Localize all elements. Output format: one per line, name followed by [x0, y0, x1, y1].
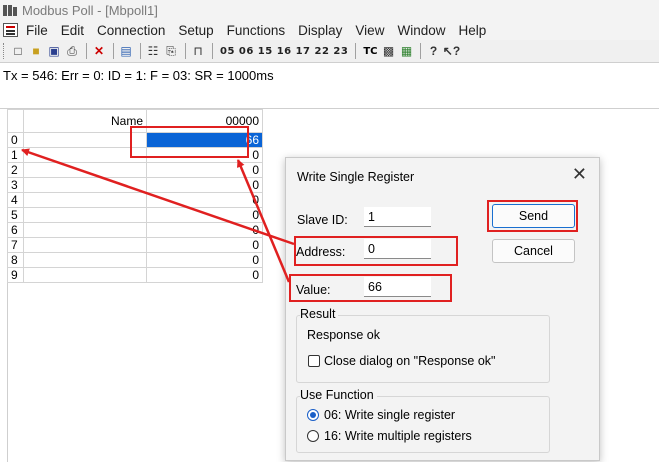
menu-setup[interactable]: Setup — [178, 23, 213, 38]
name-cell[interactable] — [23, 252, 147, 268]
menu-connection[interactable]: Connection — [97, 23, 165, 38]
row-index: 6 — [7, 222, 24, 238]
dialog-title: Write Single Register — [297, 170, 415, 184]
row-index: 5 — [7, 207, 24, 223]
menu-help[interactable]: Help — [458, 23, 486, 38]
window-title: Modbus Poll - [Mbpoll1] — [22, 2, 158, 18]
menu-edit[interactable]: Edit — [61, 23, 84, 38]
table-row[interactable]: 6 0 — [7, 222, 263, 238]
name-cell[interactable] — [23, 222, 147, 238]
menu-functions[interactable]: Functions — [227, 23, 286, 38]
result-text: Response ok — [307, 328, 380, 342]
fn16-radio[interactable] — [307, 430, 319, 442]
value-cell[interactable]: 0 — [146, 267, 263, 283]
status-area: Tx = 546: Err = 0: ID = 1: F = 03: SR = … — [0, 62, 659, 109]
toolbar-separator — [420, 43, 422, 59]
disconnect-icon[interactable]: ✕ — [91, 43, 107, 59]
close-on-ok-checkbox[interactable] — [308, 355, 320, 367]
value-cell[interactable]: 0 — [146, 207, 263, 223]
result-group — [296, 315, 550, 383]
value-cell[interactable]: 0 — [146, 237, 263, 253]
close-on-ok-label[interactable]: Close dialog on "Response ok" — [324, 354, 495, 368]
table-row[interactable]: 2 0 — [7, 162, 263, 178]
value-cell[interactable]: 0 — [146, 162, 263, 178]
row-index: 8 — [7, 252, 24, 268]
title-bar: Modbus Poll - [Mbpoll1] — [0, 0, 659, 20]
table-row[interactable]: 9 0 — [7, 267, 263, 283]
window-icon[interactable]: ▤ — [118, 43, 134, 59]
name-cell[interactable] — [23, 237, 147, 253]
annotation-box-address — [294, 236, 458, 266]
tc-button[interactable]: TC — [363, 46, 377, 57]
save-icon[interactable]: ▣ — [46, 43, 62, 59]
name-cell[interactable] — [23, 162, 147, 178]
row-index: 0 — [7, 132, 24, 148]
row-index: 9 — [7, 267, 24, 283]
toolbar-separator — [140, 43, 141, 59]
result-group-title: Result — [300, 307, 339, 321]
row-index: 7 — [7, 237, 24, 253]
fn16-label[interactable]: 16: Write multiple registers — [324, 429, 472, 443]
table-row[interactable]: 3 0 — [7, 177, 263, 193]
toolbar-grip[interactable] — [3, 43, 6, 59]
toolbar: □ ■ ▣ ⎙ ✕ ▤ ☷ ⎘ ⊓ 05 06 15 16 17 22 23 T… — [0, 40, 659, 62]
value-cell[interactable]: 0 — [146, 192, 263, 208]
row-index: 4 — [7, 192, 24, 208]
annotation-box-send — [487, 200, 578, 232]
table-row[interactable]: 8 0 — [7, 252, 263, 268]
close-icon[interactable]: ✕ — [572, 164, 587, 185]
toolbar-separator — [185, 43, 186, 59]
menu-bar: File Edit Connection Setup Functions Dis… — [0, 20, 659, 40]
pulse-icon[interactable]: ⊓ — [190, 43, 206, 59]
status-text: Tx = 546: Err = 0: ID = 1: F = 03: SR = … — [3, 68, 274, 83]
slave-id-label: Slave ID: — [297, 213, 348, 227]
menu-display[interactable]: Display — [298, 23, 342, 38]
use-function-title: Use Function — [300, 388, 377, 402]
grid-corner — [7, 109, 24, 133]
toolbar-separator — [113, 43, 114, 59]
name-cell[interactable] — [23, 207, 147, 223]
menu-file[interactable]: File — [26, 23, 48, 38]
name-cell[interactable] — [23, 192, 147, 208]
modbus-poll-icon — [3, 4, 17, 17]
value-cell[interactable]: 0 — [146, 252, 263, 268]
fn06-label[interactable]: 06: Write single register — [324, 408, 455, 422]
slave-id-input[interactable] — [364, 207, 431, 227]
chart-icon[interactable]: ▩ — [380, 43, 396, 59]
name-cell[interactable] — [23, 132, 147, 148]
print-icon[interactable]: ⎙ — [64, 43, 80, 59]
name-column-header[interactable]: Name — [23, 109, 147, 133]
open-folder-icon[interactable]: ■ — [28, 43, 44, 59]
display-icon[interactable]: ▦ — [398, 43, 414, 59]
help-icon[interactable]: ? — [425, 43, 441, 59]
value-cell[interactable]: 0 — [146, 177, 263, 193]
name-cell[interactable] — [23, 147, 147, 163]
read-write-icon[interactable]: ☷ — [145, 43, 161, 59]
annotation-box-value — [289, 274, 452, 302]
fn06-radio[interactable] — [307, 409, 319, 421]
row-index: 3 — [7, 177, 24, 193]
toolbar-separator — [355, 43, 357, 59]
name-cell[interactable] — [23, 267, 147, 283]
toolbar-separator — [86, 43, 87, 59]
name-cell[interactable] — [23, 177, 147, 193]
table-row[interactable]: 7 0 — [7, 237, 263, 253]
table-row[interactable]: 4 0 — [7, 192, 263, 208]
value-cell[interactable]: 0 — [146, 222, 263, 238]
row-index: 1 — [7, 147, 24, 163]
toolbar-separator — [212, 43, 213, 59]
table-row[interactable]: 5 0 — [7, 207, 263, 223]
menu-view[interactable]: View — [355, 23, 384, 38]
row-index: 2 — [7, 162, 24, 178]
cancel-button[interactable]: Cancel — [492, 239, 575, 263]
document-icon[interactable] — [3, 23, 18, 37]
context-help-icon[interactable]: ↖? — [443, 43, 460, 59]
menu-window[interactable]: Window — [397, 23, 445, 38]
use-function-group — [296, 396, 550, 453]
annotation-box-cell — [130, 126, 249, 158]
function-code-buttons[interactable]: 05 06 15 16 17 22 23 — [220, 46, 348, 57]
print-preview-icon[interactable]: ⎘ — [163, 43, 179, 59]
new-file-icon[interactable]: □ — [10, 43, 26, 59]
